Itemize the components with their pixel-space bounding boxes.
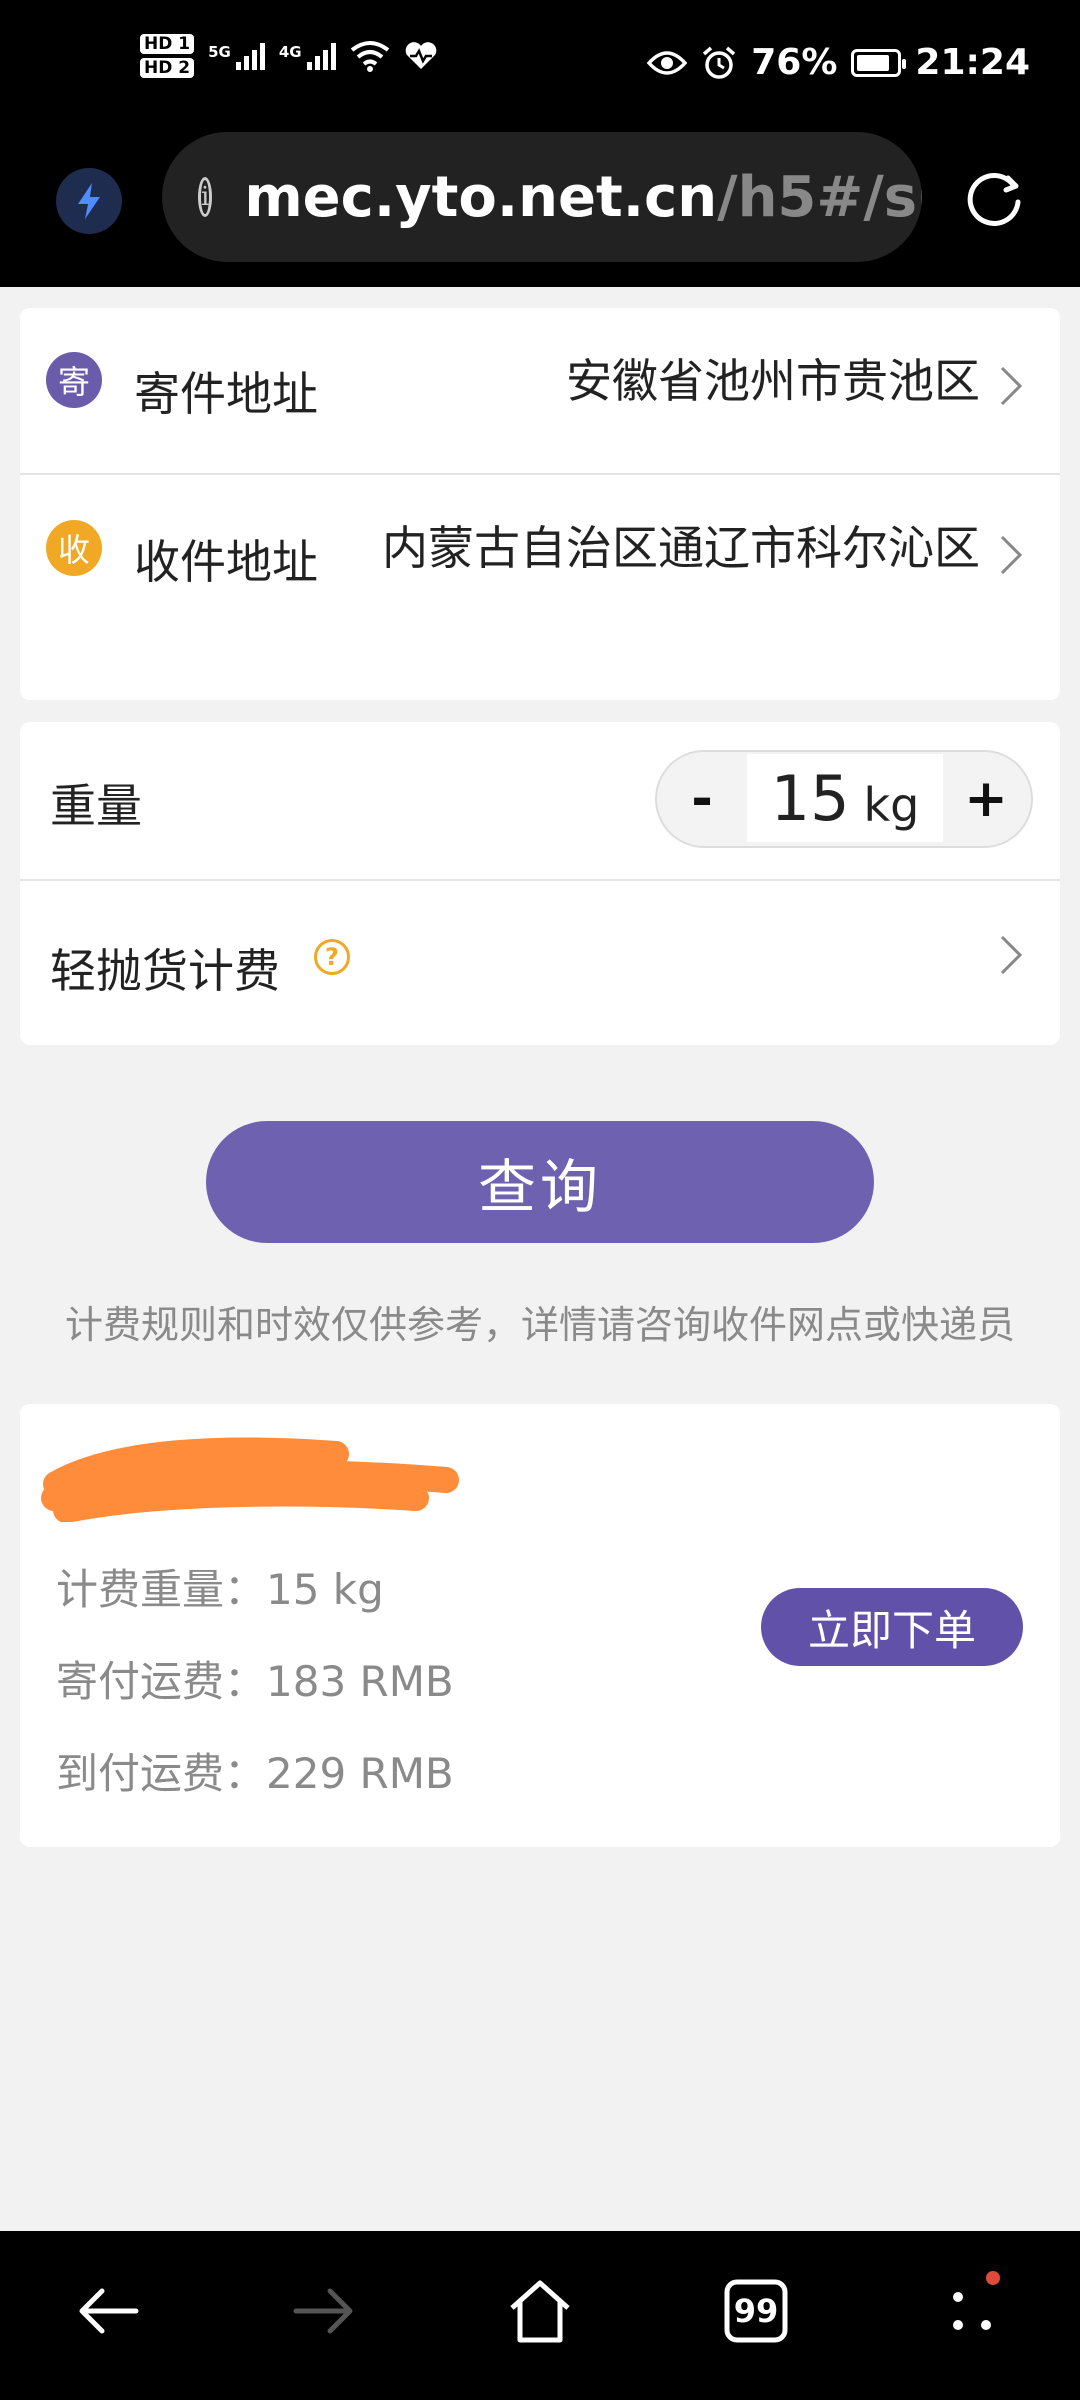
cod-fee: 到付运费：229 RMB [56,1749,454,1798]
home-button[interactable] [500,2271,580,2351]
browser-bottom-nav: 99 [0,2231,1080,2400]
receiver-address-value: 内蒙古自治区通辽市科尔沁区 [382,521,980,575]
decrease-button[interactable]: - [657,752,747,846]
tabs-count: 99 [733,2292,779,2330]
weight-card: 重量 - 15 kg + 轻抛货计费 ? [20,722,1060,1045]
address-bar[interactable]: i mec.yto.net.cn/h5#/su [162,132,922,262]
notification-dot [986,2271,1000,2285]
weight-label: 重量 [50,779,142,833]
weight-value: 15 [770,761,850,835]
light-cargo-label: 轻抛货计费 [50,944,280,998]
forward-button[interactable] [284,2271,364,2351]
more-icon [953,2292,991,2330]
chevron-right-icon [1000,935,1023,975]
weight-unit: kg [863,778,920,832]
signal-4g-icon: 4G [278,42,336,70]
tabs-button[interactable]: 99 [716,2271,796,2351]
address-card: 寄 寄件地址 安徽省池州市贵池区 收 收件地址 内蒙古自治区通辽市科尔沁区 [20,308,1060,700]
result-card: 计费重量：15 kg 寄付运费：183 RMB 到付运费：229 RMB 立即下… [20,1404,1060,1847]
battery-icon [851,48,907,77]
sim-indicators: HD 1 HD 2 [140,34,195,78]
order-now-button[interactable]: 立即下单 [761,1588,1023,1666]
increase-button[interactable]: + [941,752,1031,846]
info-icon[interactable]: i [198,177,213,217]
redaction-scribble [41,1437,459,1522]
pricing-notice: 计费规则和时效仅供参考，详情请咨询收件网点或快递员 [64,1303,1015,1347]
weight-row: 重量 - 15 kg + [20,722,1060,879]
wifi-icon [350,41,389,72]
status-left: HD 1 HD 2 5G 4G [140,34,438,78]
arrow-left-icon [79,2288,139,2334]
net2-label: 4G [278,42,302,61]
receiver-badge: 收 [46,520,102,576]
sender-address-value: 安徽省池州市贵池区 [566,354,980,408]
help-icon[interactable]: ? [314,939,350,975]
chevron-right-icon [1000,366,1023,406]
sender-address-row[interactable]: 寄 寄件地址 安徽省池州市贵池区 [20,308,1060,473]
back-button[interactable] [68,2271,148,2351]
weight-input[interactable]: 15 kg [747,754,943,842]
receiver-address-row[interactable]: 收 收件地址 内蒙古自治区通辽市科尔沁区 [20,475,1060,700]
clock: 21:24 [915,42,1030,83]
status-bar: HD 1 HD 2 5G 4G 76% 21:24 [0,0,1080,130]
reload-icon[interactable] [962,166,1028,232]
chevron-right-icon [1000,535,1023,575]
signal-5g-icon: 5G [208,42,265,70]
receiver-label: 收件地址 [134,535,318,589]
prepaid-fee: 寄付运费：183 RMB [56,1657,454,1706]
weight-stepper: - 15 kg + [655,750,1033,848]
home-icon [510,2280,570,2343]
lightning-icon[interactable] [56,168,122,234]
battery-percent: 76% [751,42,838,83]
arrow-right-icon [293,2288,353,2334]
query-button[interactable]: 查询 [206,1121,874,1243]
url-host: mec.yto.net.cn [244,164,718,230]
eye-icon [647,50,688,75]
sender-label: 寄件地址 [134,367,318,421]
sender-badge: 寄 [46,352,102,408]
hd2-badge: HD 2 [140,58,195,78]
status-right: 76% 21:24 [647,42,1030,83]
heart-rate-icon [405,42,436,69]
alarm-icon [703,46,736,79]
light-cargo-row[interactable]: 轻抛货计费 ? [20,881,1060,1045]
menu-button[interactable] [932,2271,1012,2351]
billing-weight: 计费重量：15 kg [56,1565,384,1614]
url-text[interactable]: mec.yto.net.cn/h5#/su [244,165,922,230]
browser-top-bar: HD 1 HD 2 5G 4G 76% 21:24 i mec.yto.net.… [0,0,1080,287]
hd1-badge: HD 1 [140,34,195,54]
url-path: /h5#/su [717,164,922,230]
net1-label: 5G [208,42,231,61]
